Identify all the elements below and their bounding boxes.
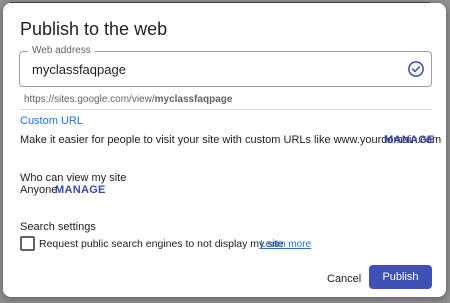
web-address-field[interactable]: Web address xyxy=(19,45,432,87)
web-address-label: Web address xyxy=(28,45,95,57)
url-slug: myclassfaqpage xyxy=(154,94,233,105)
publish-button[interactable]: Publish xyxy=(369,265,432,289)
hide-from-search-checkbox[interactable] xyxy=(20,236,35,251)
custom-url-heading: Custom URL xyxy=(20,115,83,127)
web-address-input[interactable] xyxy=(32,62,392,77)
cancel-button[interactable]: Cancel xyxy=(321,269,367,289)
custom-url-description: Make it easier for people to visit your … xyxy=(20,134,442,146)
check-circle-icon xyxy=(408,61,424,77)
search-settings-heading: Search settings xyxy=(20,221,96,233)
hide-from-search-label: Request public search engines to not dis… xyxy=(39,238,284,250)
url-prefix: https://sites.google.com/view/ xyxy=(24,94,155,105)
learn-more-link[interactable]: Learn more xyxy=(260,239,311,250)
publish-dialog: Publish to the web Web address https://s… xyxy=(3,3,446,297)
custom-url-manage-link[interactable]: MANAGE xyxy=(384,134,435,146)
visibility-manage-link[interactable]: MANAGE xyxy=(55,184,106,196)
divider xyxy=(19,109,432,110)
dialog-title: Publish to the web xyxy=(20,19,168,39)
visibility-value: Anyone xyxy=(20,184,58,196)
published-url: https://sites.google.com/view/myclassfaq… xyxy=(24,94,232,105)
visibility-heading: Who can view my site xyxy=(20,172,127,184)
